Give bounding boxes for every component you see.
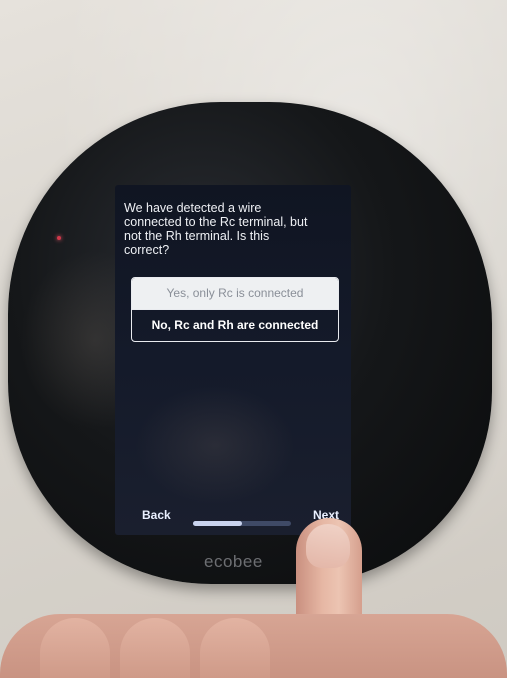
setup-question-text: We have detected a wire connected to the… (124, 201, 308, 257)
thermostat-screen: We have detected a wire connected to the… (115, 185, 351, 535)
sensor-led-indicator (57, 236, 61, 240)
setup-progress-fill (193, 521, 242, 526)
setup-progress-bar (193, 521, 291, 526)
brand-logo-text: ecobee (204, 552, 263, 571)
back-button[interactable]: Back (142, 508, 171, 522)
fingernail (306, 524, 350, 568)
option-yes-only-rc[interactable]: Yes, only Rc is connected (132, 278, 338, 309)
screen-reflection (135, 385, 295, 505)
option-no-rc-and-rh[interactable]: No, Rc and Rh are connected (132, 309, 338, 341)
option-list: Yes, only Rc is connected No, Rc and Rh … (131, 277, 339, 342)
